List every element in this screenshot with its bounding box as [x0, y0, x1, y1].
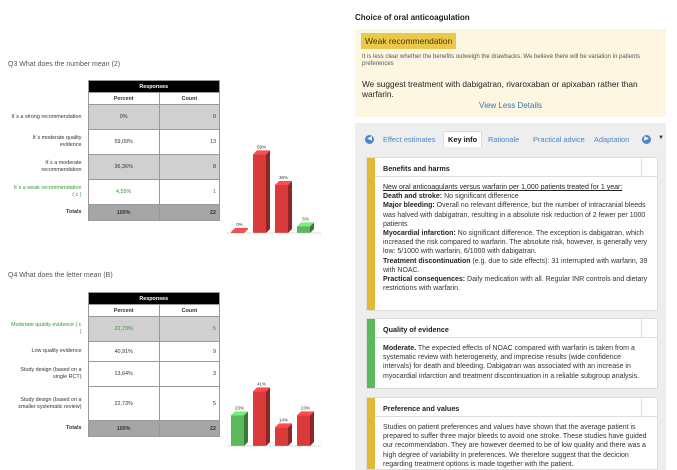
card-accent-bar	[367, 398, 375, 469]
bar	[253, 154, 266, 233]
tab-effect-estimates[interactable]: Effect estimates	[383, 135, 435, 144]
row-label: It´s moderate quality evidence	[32, 135, 82, 148]
row-percent: 22,73%	[87, 386, 160, 421]
row-count: 8	[158, 154, 221, 180]
totals-label: Totals	[8, 204, 88, 221]
bar-value-label: 14%	[279, 417, 288, 422]
row-label: Low quality evidence	[31, 348, 82, 354]
row-count: 3	[158, 361, 221, 387]
card-accent-bar	[367, 319, 375, 388]
row-percent: 40,91%	[87, 341, 160, 362]
row-label: Study design (based on a single RCT)	[20, 367, 82, 380]
totals-row: Totals 100% 22	[8, 204, 221, 221]
row-label: It´s a moderate recommendation	[41, 160, 82, 173]
row-count: 5	[158, 316, 221, 342]
row-label: Moderate quality evidence ( c )	[11, 322, 82, 335]
table-row: Low quality evidence 40,91% 9	[8, 341, 221, 362]
table-row: It´s a strong recommendation 0% 0	[8, 104, 221, 130]
q4-col-percent: Percent	[87, 304, 160, 317]
totals-count: 22	[158, 204, 221, 221]
bar-value-label: 0%	[236, 222, 243, 227]
chevron-down-icon[interactable]: ▼	[658, 135, 664, 141]
table-row: It´s moderate quality evidence 59,09% 13	[8, 129, 221, 155]
bar	[275, 185, 288, 233]
q4-header: Responses	[87, 292, 220, 305]
q3-table: Responses Percent Count It´s a strong re…	[8, 80, 221, 221]
row-count: 13	[158, 129, 221, 155]
card-accent-bar	[367, 158, 375, 310]
row-count: 1	[158, 179, 221, 205]
tab-bar: ◀ Effect estimates Key info Rationale Pr…	[361, 131, 666, 149]
tab-practical-advice[interactable]: Practical advice	[533, 135, 585, 144]
card-body: New oral anticoagulants versus warfarin …	[383, 184, 648, 293]
q4-bar-chart: 23% 41% 14% 23%	[227, 381, 321, 447]
row-percent: 36,36%	[87, 154, 160, 180]
row-count: 9	[158, 341, 221, 362]
table-row: It´s a weak recommendation ( c ) 4,55% 1	[8, 179, 221, 205]
preference-values-card: Preference and values Studies on patient…	[366, 397, 658, 470]
benefits-harms-card: Benefits and harms New oral anticoagulan…	[366, 157, 658, 311]
q4-table: Responses Percent Count Moderate quality…	[8, 292, 221, 437]
card-title[interactable]: Quality of evidence	[375, 319, 657, 338]
bar	[231, 415, 244, 446]
row-label: It´s a weak recommendation ( c )	[13, 185, 82, 198]
bar-side	[288, 423, 292, 446]
quality-evidence-card: Quality of evidence Moderate. The expect…	[366, 318, 658, 389]
bar-value-label: 23%	[235, 405, 244, 410]
bar-side	[266, 150, 270, 233]
recommendation-title: Choice of oral anticoagulation	[355, 13, 470, 22]
totals-count: 22	[158, 420, 221, 437]
row-percent: 59,09%	[87, 129, 160, 155]
bar-value-label: 41%	[257, 381, 266, 386]
totals-percent: 100%	[87, 204, 160, 221]
tab-rationale[interactable]: Rationale	[488, 135, 519, 144]
bar-value-label: 36%	[279, 175, 288, 180]
tab-key-info[interactable]: Key info	[443, 131, 483, 147]
table-row: Study design (based on a smaller systema…	[8, 386, 221, 421]
bar-side	[266, 387, 270, 446]
q3-bar-chart: 0% 59% 36% 5%	[227, 145, 321, 234]
card-title[interactable]: Preference and values	[375, 398, 657, 417]
q3-header: Responses	[87, 80, 220, 93]
strength-badge: Weak recommendation	[361, 33, 457, 49]
bar	[253, 391, 266, 446]
card-body: Moderate. The expected effects of NOAC c…	[383, 345, 640, 380]
bar-side	[288, 181, 292, 233]
q3-col-percent: Percent	[87, 92, 160, 105]
q3-col-count: Count	[158, 92, 221, 105]
q3-title: Q3 What does the number mean (2)	[8, 61, 121, 68]
table-row: It´s a moderate recommendation 36,36% 8	[8, 154, 221, 180]
row-percent: 13,64%	[87, 361, 160, 387]
row-label: Study design (based on a smaller systema…	[18, 396, 82, 410]
row-percent: 0%	[87, 104, 160, 130]
recommendation-text: We suggest treatment with dabigatran, ri…	[362, 79, 638, 99]
row-percent: 4,55%	[87, 179, 160, 205]
arrow-right-icon[interactable]: ▶	[642, 135, 651, 144]
table-row: Study design (based on a single RCT) 13,…	[8, 361, 221, 387]
bar	[275, 427, 288, 446]
row-label: It´s a strong recommendation	[11, 113, 82, 120]
row-percent: 22,73%	[87, 316, 160, 342]
bar	[297, 415, 310, 446]
bar-side	[244, 411, 248, 446]
view-less-details-link[interactable]: View Less Details	[355, 101, 666, 110]
tab-adaptation[interactable]: Adaptation	[594, 135, 629, 144]
q4-title: Q4 What does the letter mean (B)	[8, 272, 113, 279]
bar-value-label: 23%	[301, 405, 310, 410]
strength-note: It is less clear whether the benefits ou…	[362, 54, 641, 67]
row-count: 0	[158, 104, 221, 130]
bar-value-label: 5%	[302, 216, 309, 221]
card-body: Studies on patient preferences and value…	[383, 424, 647, 468]
totals-percent: 100%	[87, 420, 160, 437]
bar-value-label: 59%	[257, 145, 266, 149]
totals-label: Totals	[8, 420, 88, 437]
totals-row: Totals 100% 22	[8, 420, 221, 437]
q4-col-count: Count	[158, 304, 221, 317]
card-title[interactable]: Benefits and harms	[375, 158, 657, 177]
bar	[297, 226, 310, 233]
row-count: 5	[158, 386, 221, 421]
table-row: Moderate quality evidence ( c ) 22,73% 5	[8, 316, 221, 342]
arrow-left-icon[interactable]: ◀	[365, 135, 374, 144]
bar-side	[310, 411, 314, 446]
